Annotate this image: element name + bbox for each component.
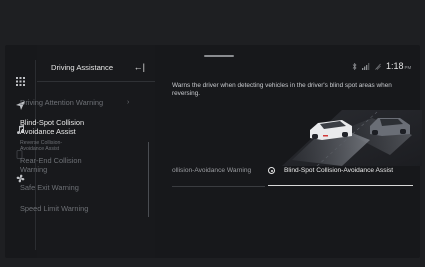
collapse-back-icon[interactable]: ←| — [134, 62, 145, 72]
menu-item-speed-limit-warning[interactable]: Speed Limit Warning — [20, 204, 106, 213]
left-rail — [5, 60, 36, 250]
option-blind-spot-collision-avoidance-assist[interactable]: Blind-Spot Collision-Avoidance Assist — [284, 167, 393, 174]
screen-bezel: Driving Assistance ←| Driving Attention … — [0, 0, 425, 267]
status-bar: 1:18 PM — [352, 60, 411, 72]
option-selected-underline — [268, 185, 413, 186]
feature-description: Warns the driver when detecting vehicles… — [172, 82, 392, 97]
blind-spot-illustration — [282, 100, 422, 166]
panel-drag-handle[interactable] — [204, 55, 234, 57]
menu-header: Driving Assistance ←| — [37, 59, 155, 82]
signal-icon — [362, 62, 370, 70]
chevron-right-icon: › — [127, 99, 130, 106]
clock-ampm: PM — [404, 65, 412, 70]
menu-item-safe-exit-warning[interactable]: Safe Exit Warning — [20, 183, 106, 192]
white-car — [310, 120, 352, 140]
apps-grid-icon[interactable] — [5, 73, 35, 89]
menu-title: Driving Assistance — [51, 63, 114, 72]
clock-time: 1:18 — [386, 61, 404, 71]
menu-item-driving-attention-warning[interactable]: Driving Attention Warning — [20, 98, 106, 107]
option-collision-avoidance-warning[interactable]: ollision-Avoidance Warning — [172, 167, 251, 174]
wifi-icon — [375, 63, 381, 70]
menu-scrollbar[interactable] — [148, 142, 149, 217]
menu-item-reverse-collision-avoidance-assist[interactable]: Reverse Collision-Avoidance Assist — [20, 140, 80, 152]
bluetooth-icon — [352, 62, 357, 70]
menu-item-blind-spot-collision-avoidance-assist[interactable]: Blind-Spot Collision Avoidance Assist — [20, 118, 106, 136]
radio-selected-icon[interactable] — [268, 167, 275, 174]
option-divider-left — [172, 186, 265, 187]
menu-item-rear-end-collision-warning[interactable]: Rear-End Collision Warning — [20, 156, 100, 174]
